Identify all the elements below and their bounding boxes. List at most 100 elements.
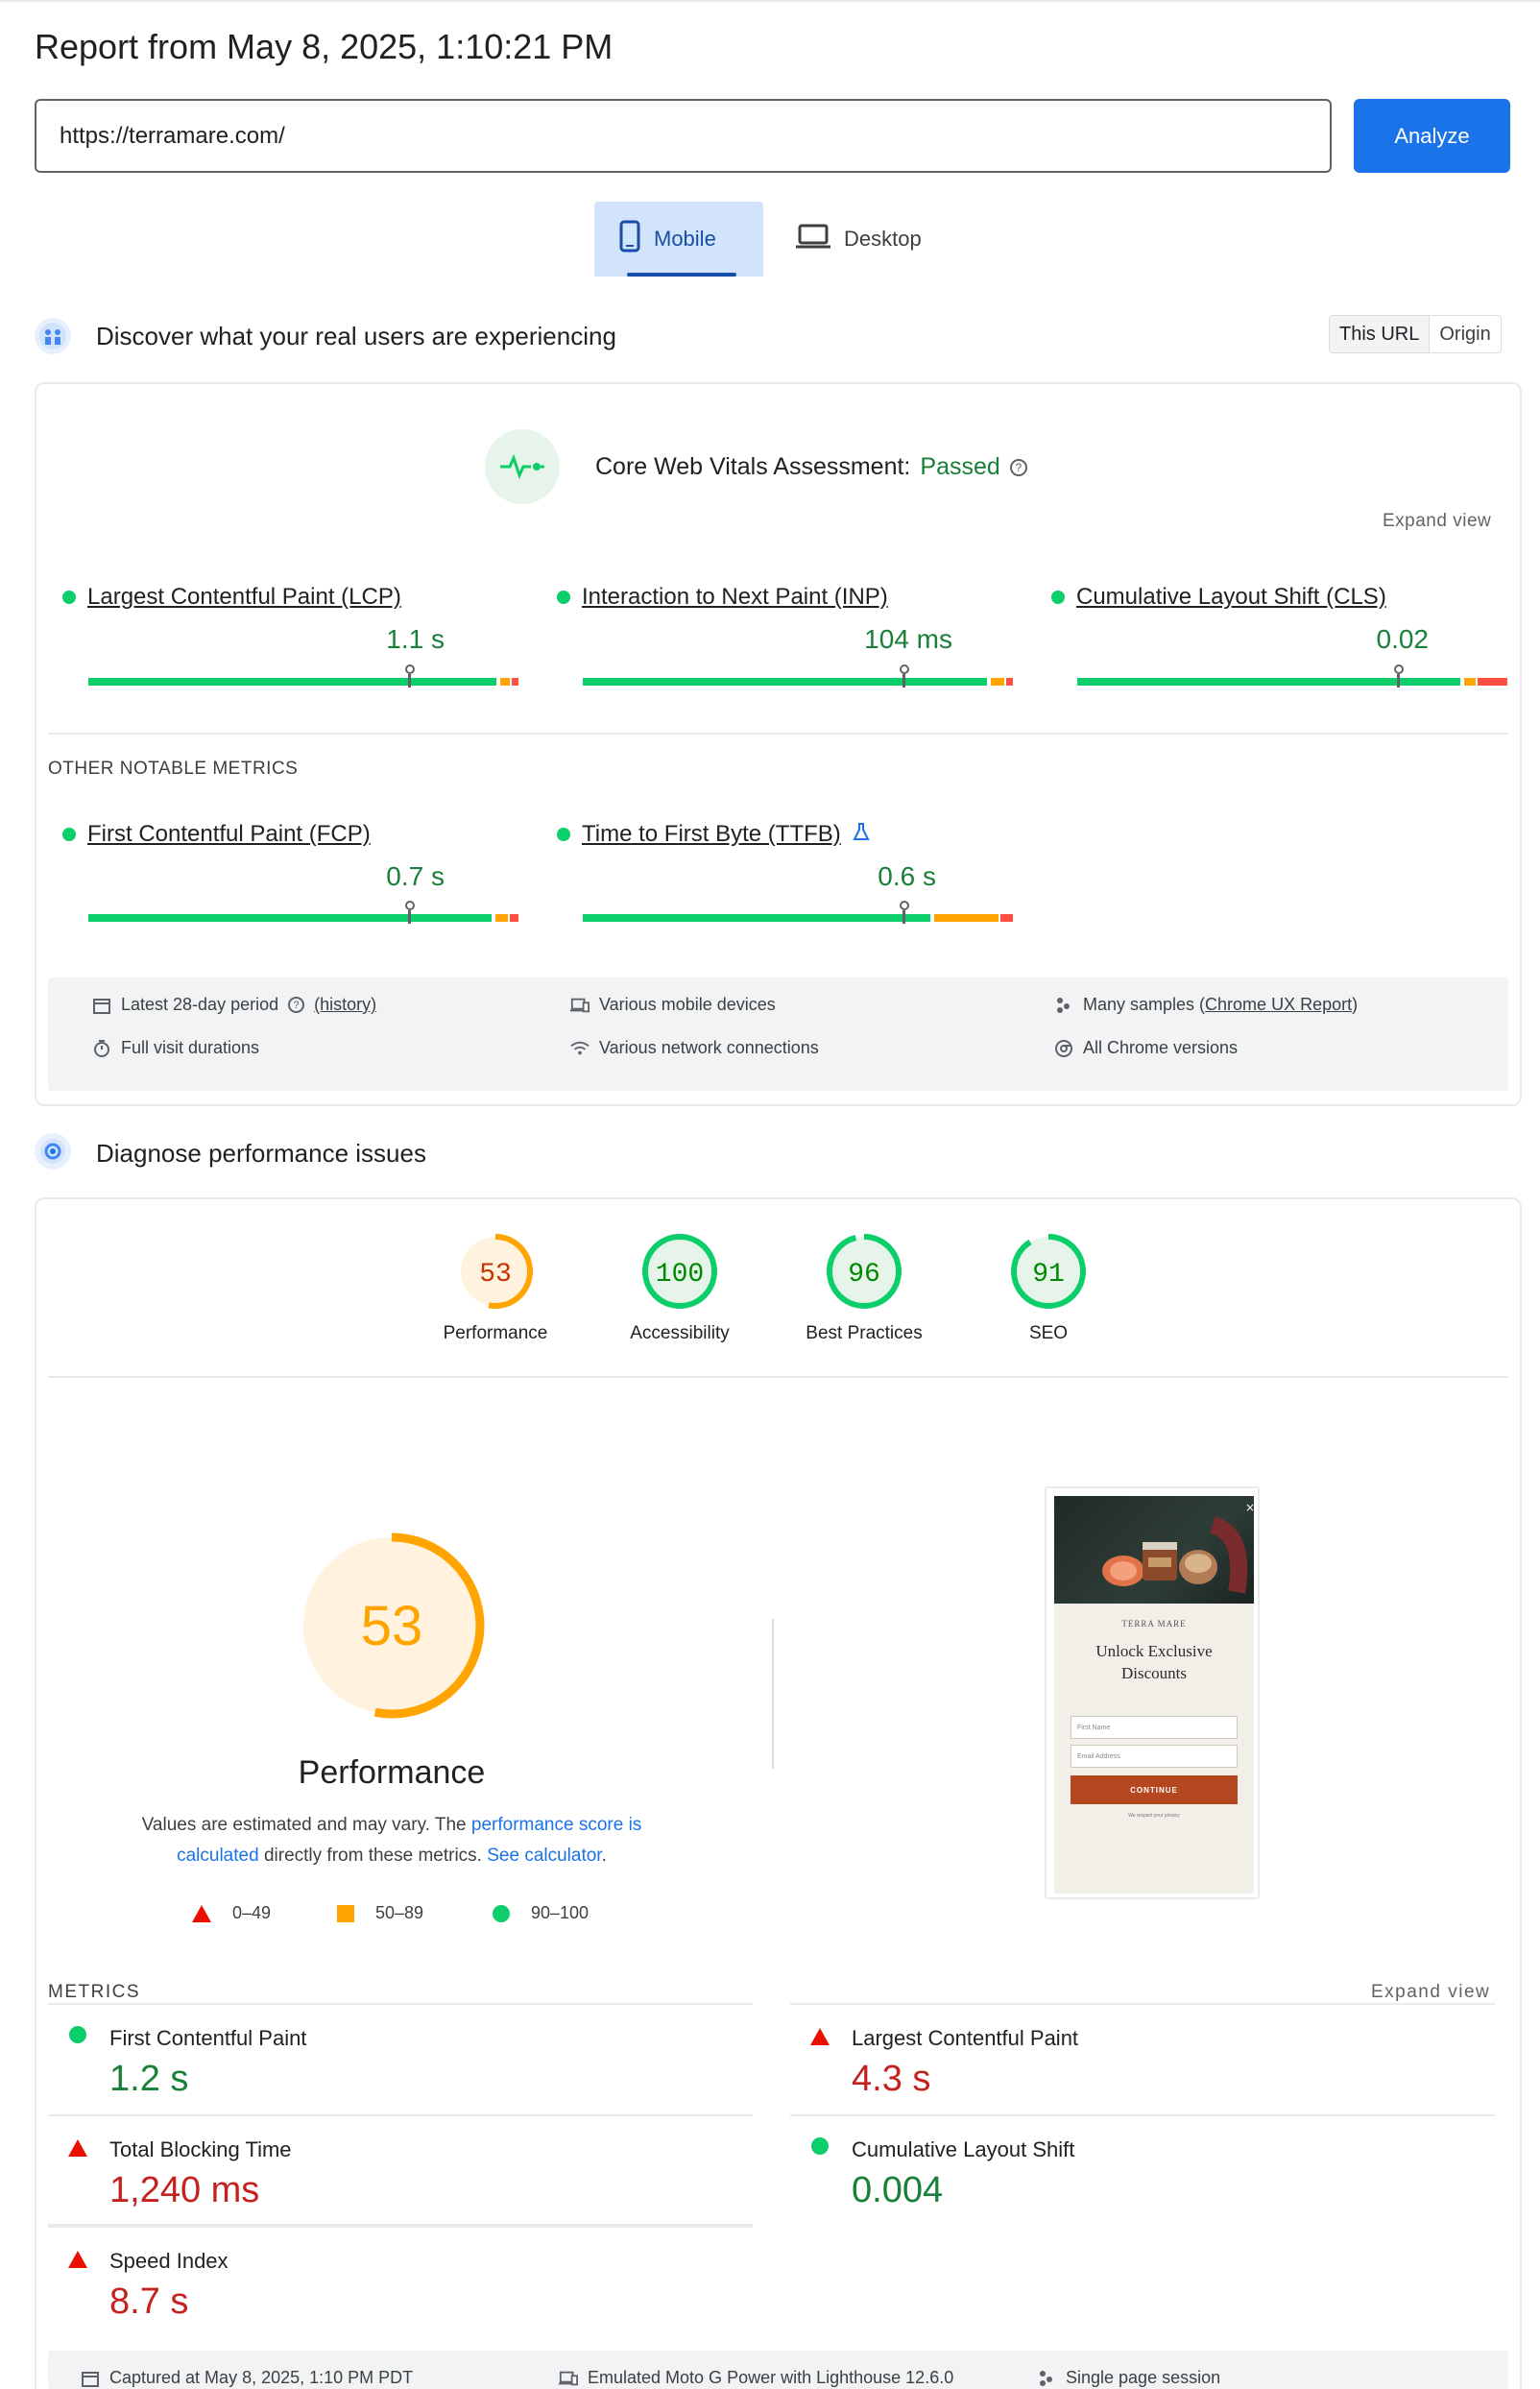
tab-desktop[interactable]: Desktop <box>771 202 947 277</box>
metric-row-si: Speed Index 8.7 s <box>48 2226 753 2337</box>
cwv-assessment-status: Passed <box>920 453 1000 480</box>
cwv-assessment-label: Core Web Vitals Assessment: <box>595 453 911 480</box>
divider <box>48 733 1508 735</box>
metric-fcp-value: 0.7 s <box>386 861 445 891</box>
fcp-distribution-bar <box>88 914 518 922</box>
info-chrome: All Chrome versions <box>1054 1038 1238 1058</box>
session-icon <box>1037 2369 1056 2388</box>
metric-cls-name-wrap[interactable]: Cumulative Layout Shift (CLS) <box>1051 584 1512 611</box>
good-dot-icon <box>69 2026 86 2043</box>
good-dot <box>557 828 570 841</box>
network-icon <box>570 1039 590 1058</box>
close-icon: × <box>1245 1501 1254 1514</box>
field-expand-view[interactable]: Expand view <box>1383 511 1491 532</box>
samples-icon <box>1054 996 1073 1015</box>
metric-lcp-name: Largest Contentful Paint (LCP) <box>87 584 401 610</box>
circle-icon <box>493 1904 510 1922</box>
score-performance[interactable]: 53 Performance <box>423 1233 567 1344</box>
help-icon[interactable]: ? <box>1009 458 1027 476</box>
calendar-icon <box>81 2369 100 2388</box>
metrics-expand-view[interactable]: Expand view <box>1371 1982 1490 2003</box>
big-performance-gauge: 53 <box>298 1532 486 1725</box>
metric-fcp: First Contentful Paint (FCP) 0.7 s <box>62 821 523 892</box>
cls-distribution-bar <box>1077 678 1507 686</box>
score-seo[interactable]: 91 SEO <box>976 1233 1120 1344</box>
good-dot <box>62 591 76 604</box>
lab-lcp-name: Largest Contentful Paint <box>852 2026 1079 2050</box>
lab-captured: Captured at May 8, 2025, 1:10 PM PDT <box>81 2368 413 2388</box>
screenshot-continue: CONTINUE <box>1071 1775 1238 1804</box>
performance-score: 53 <box>479 1260 512 1290</box>
score-best-practices[interactable]: 96 Best Practices <box>792 1233 936 1344</box>
divider <box>48 1376 1508 1378</box>
lab-si-name: Speed Index <box>109 2249 229 2273</box>
screenshot-first-name: First Name <box>1071 1716 1238 1739</box>
diagnose-section-title: Diagnose performance issues <box>96 1139 426 1168</box>
info-period: Latest 28-day period ? (history) <box>92 995 376 1015</box>
tab-mobile[interactable]: Mobile <box>594 202 763 277</box>
origin-toggle[interactable]: Origin <box>1430 316 1500 352</box>
performance-gauge: 53 <box>458 1234 533 1309</box>
url-input[interactable]: https://terramare.com/ <box>35 99 1332 173</box>
hero-image: × <box>1054 1496 1255 1604</box>
metric-lcp-name-wrap[interactable]: Largest Contentful Paint (LCP) <box>62 584 523 611</box>
legend-poor: 0–49 <box>192 1903 271 1923</box>
this-url-toggle[interactable]: This URL <box>1330 316 1431 352</box>
lab-tbt-name: Total Blocking Time <box>109 2137 292 2161</box>
history-link[interactable]: (history) <box>314 995 376 1015</box>
tab-desktop-label: Desktop <box>844 227 922 251</box>
note-text: . <box>601 1846 607 1866</box>
lab-emulated-text: Emulated Moto G Power with Lighthouse 12… <box>588 2368 954 2387</box>
big-performance-score: 53 <box>361 1595 423 1657</box>
samples-prefix: Many samples ( <box>1083 995 1206 1014</box>
lab-cls-name: Cumulative Layout Shift <box>852 2137 1075 2161</box>
final-screenshot: × TERRA MARE Unlock Exclusive Discounts … <box>1045 1486 1260 1899</box>
lab-emulated: Emulated Moto G Power with Lighthouse 12… <box>559 2368 953 2388</box>
lab-session: Single page session <box>1037 2368 1220 2388</box>
metric-cls: Cumulative Layout Shift (CLS) 0.02 <box>1051 584 1512 655</box>
legend-average: 50–89 <box>337 1903 423 1923</box>
lab-tbt-value: 1,240 ms <box>109 2170 260 2210</box>
lab-captured-text: Captured at May 8, 2025, 1:10 PM PDT <box>109 2368 414 2387</box>
score-accessibility[interactable]: 100 Accessibility <box>608 1233 752 1344</box>
lab-fcp-value: 1.2 s <box>109 2059 189 2099</box>
metric-inp-value: 104 ms <box>864 624 952 654</box>
seo-label: SEO <box>1028 1323 1069 1343</box>
info-durations-text: Full visit durations <box>121 1038 260 1057</box>
screenshot-email: Email Address <box>1071 1745 1238 1768</box>
info-devices-text: Various mobile devices <box>599 995 776 1014</box>
poor-triangle-icon <box>68 2139 87 2157</box>
flask-icon <box>853 821 870 848</box>
triangle-icon <box>192 1904 211 1922</box>
info-devices: Various mobile devices <box>570 995 776 1015</box>
accessibility-score: 100 <box>656 1260 704 1290</box>
tab-mobile-label: Mobile <box>654 227 716 251</box>
seo-score: 91 <box>1032 1260 1065 1290</box>
metric-inp: Interaction to Next Paint (INP) 104 ms <box>557 584 1018 655</box>
help-icon[interactable]: ? <box>288 997 305 1013</box>
metric-fcp-name: First Contentful Paint (FCP) <box>87 821 371 847</box>
diagnose-icon <box>35 1133 71 1170</box>
metric-ttfb-value: 0.6 s <box>878 861 936 891</box>
metrics-label: METRICS <box>48 1982 140 2002</box>
divider <box>48 2224 753 2226</box>
inp-marker <box>900 664 909 688</box>
screenshot-heading-line2: Discounts <box>1121 1664 1187 1682</box>
lab-lcp-value: 4.3 s <box>852 2059 931 2099</box>
poor-triangle-icon <box>68 2251 87 2268</box>
pulse-icon <box>485 429 560 504</box>
top-border <box>0 0 1540 2</box>
metric-fcp-name-wrap[interactable]: First Contentful Paint (FCP) <box>62 821 523 848</box>
metric-inp-name: Interaction to Next Paint (INP) <box>582 584 888 610</box>
devices-icon <box>559 2369 578 2388</box>
metric-inp-name-wrap[interactable]: Interaction to Next Paint (INP) <box>557 584 1018 611</box>
metric-lcp-value: 1.1 s <box>386 624 445 654</box>
crux-link[interactable]: Chrome UX Report <box>1205 995 1352 1014</box>
legend-good: 90–100 <box>493 1903 589 1923</box>
fcp-marker <box>405 901 415 924</box>
metric-ttfb-name-wrap[interactable]: Time to First Byte (TTFB) <box>557 821 1018 848</box>
see-calculator-link[interactable]: See calculator <box>487 1846 601 1866</box>
best-practices-gauge: 96 <box>827 1234 902 1309</box>
screenshot-heading: Unlock Exclusive Discounts <box>1054 1640 1254 1684</box>
analyze-button[interactable]: Analyze <box>1354 99 1510 173</box>
